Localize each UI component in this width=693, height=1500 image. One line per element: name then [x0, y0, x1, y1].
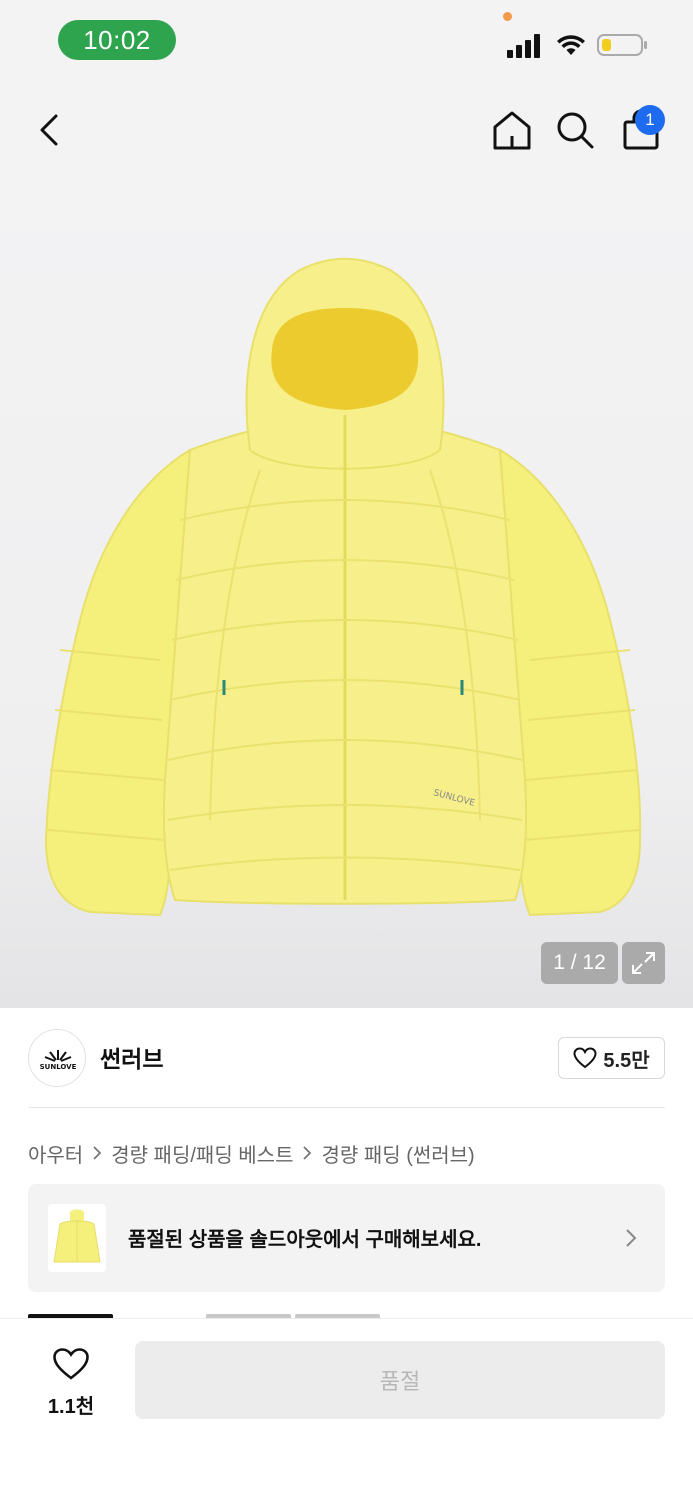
breadcrumb-item-outer[interactable]: 아우터	[28, 1139, 83, 1168]
search-icon[interactable]	[555, 110, 595, 150]
breadcrumb-item-light-padding[interactable]: 경량 패딩/패딩 베스트	[111, 1139, 293, 1168]
cart-count-badge: 1	[635, 105, 665, 135]
expand-icon[interactable]	[622, 942, 665, 984]
soldout-marketplace-banner[interactable]: 품절된 상품을 솔드아웃에서 구매해보세요.	[28, 1184, 665, 1292]
wishlist-button[interactable]: 1.1천	[30, 1347, 112, 1419]
divider	[28, 1107, 665, 1108]
heart-icon	[573, 1047, 597, 1069]
privacy-indicator-dot	[503, 12, 512, 21]
back-arrow-icon[interactable]	[30, 110, 70, 150]
chevron-right-icon	[302, 1145, 312, 1161]
brand-like-button[interactable]: 5.5만	[558, 1037, 665, 1079]
top-navigation: 1	[0, 80, 693, 180]
wishlist-count: 1.1천	[47, 1396, 95, 1418]
brand-logo-text: SUNLOVE	[40, 1063, 77, 1071]
sold-out-button[interactable]: 품절	[135, 1341, 665, 1419]
product-image-gallery[interactable]: SUNLOVE 1 / 12	[0, 180, 693, 1008]
heart-icon	[53, 1348, 89, 1380]
brand-like-count: 5.5만	[603, 1049, 650, 1072]
breadcrumb: 아우터 경량 패딩/패딩 베스트 경량 패딩 (썬러브)	[28, 1136, 475, 1170]
home-icon[interactable]	[490, 108, 534, 152]
product-image-yellow-puffer-jacket: SUNLOVE	[44, 257, 642, 917]
battery-icon	[597, 34, 647, 56]
brand-name[interactable]: 썬러브	[100, 1040, 163, 1074]
image-counter: 1 / 12	[541, 942, 618, 984]
brand-row: SUNLOVE 썬러브 5.5만	[0, 1008, 693, 1108]
wifi-icon	[557, 35, 585, 55]
status-bar: 10:02	[0, 0, 693, 80]
banner-product-thumbnail	[48, 1204, 106, 1272]
brand-logo[interactable]: SUNLOVE	[28, 1029, 86, 1087]
status-time: 10:02	[58, 20, 176, 60]
banner-text: 품절된 상품을 솔드아웃에서 구매해보세요.	[128, 1229, 482, 1251]
breadcrumb-item-brand-category[interactable]: 경량 패딩 (썬러브)	[321, 1139, 474, 1168]
chevron-right-icon	[626, 1229, 637, 1247]
bottom-action-bar: 1.1천 품절	[0, 1318, 693, 1500]
signal-icon	[507, 34, 540, 58]
chevron-right-icon	[92, 1145, 102, 1161]
